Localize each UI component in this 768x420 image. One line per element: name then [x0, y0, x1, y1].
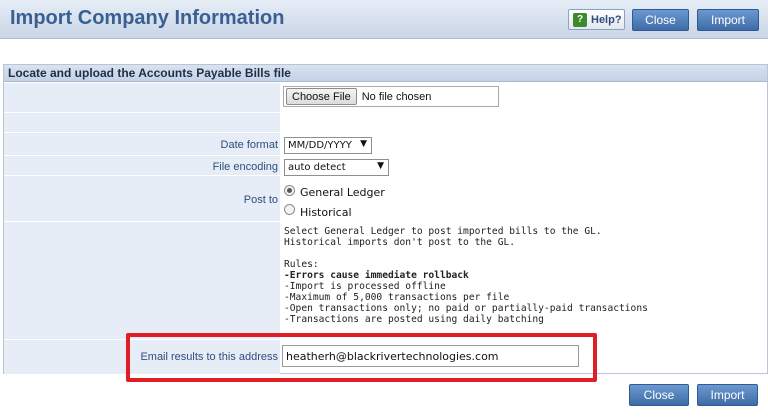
section-title: Locate and upload the Accounts Payable B…: [4, 65, 767, 82]
row-divider: [4, 155, 767, 156]
page-header: Import Company Information ? Help? Close…: [0, 0, 768, 39]
rule-item: -Maximum of 5,000 transactions per file: [284, 292, 510, 303]
page-title: Import Company Information: [10, 7, 285, 29]
file-input[interactable]: Choose File No file chosen: [283, 86, 499, 107]
rule-item: -Import is processed offline: [284, 281, 446, 292]
highlight-box: [126, 333, 597, 382]
row-divider: [4, 132, 767, 133]
historical-radio[interactable]: [284, 204, 295, 215]
post-to-label: Post to: [243, 194, 278, 206]
file-encoding-value: auto detect: [288, 162, 346, 173]
info-line: Select General Ledger to post imported b…: [284, 226, 602, 237]
date-format-value: MM/DD/YYYY: [288, 140, 352, 151]
dropdown-arrow-icon: ▼: [377, 161, 384, 171]
date-format-select[interactable]: MM/DD/YYYY ▼: [284, 137, 372, 154]
import-panel: Locate and upload the Accounts Payable B…: [3, 64, 768, 374]
general-ledger-option-label: General Ledger: [300, 186, 385, 199]
file-encoding-label: File encoding: [212, 161, 278, 173]
footer-close-button[interactable]: Close: [629, 384, 689, 406]
header-close-button[interactable]: Close: [632, 9, 689, 31]
date-format-label: Date format: [220, 139, 278, 151]
file-status: No file chosen: [361, 90, 432, 103]
header-import-button[interactable]: Import: [697, 9, 759, 31]
rules-heading: Rules:: [284, 259, 319, 270]
rule-item: -Transactions are posted using daily bat…: [284, 314, 544, 325]
row-divider: [4, 221, 767, 222]
info-line: Historical imports don't post to the GL.: [284, 237, 516, 248]
row-divider: [4, 112, 767, 113]
help-button[interactable]: ? Help?: [568, 9, 625, 30]
rule-item: -Errors cause immediate rollback: [284, 270, 469, 281]
rule-item: -Open transactions only; no paid or part…: [284, 303, 648, 314]
dropdown-arrow-icon: ▼: [360, 139, 367, 149]
file-encoding-select[interactable]: auto detect ▼: [284, 159, 389, 176]
label-column: [4, 83, 280, 374]
general-ledger-radio[interactable]: [284, 185, 295, 196]
help-icon: ?: [573, 12, 587, 27]
choose-file-button[interactable]: Choose File: [286, 88, 357, 105]
help-label: Help?: [591, 13, 622, 26]
footer-import-button[interactable]: Import: [697, 384, 758, 406]
historical-option-label: Historical: [300, 206, 352, 219]
